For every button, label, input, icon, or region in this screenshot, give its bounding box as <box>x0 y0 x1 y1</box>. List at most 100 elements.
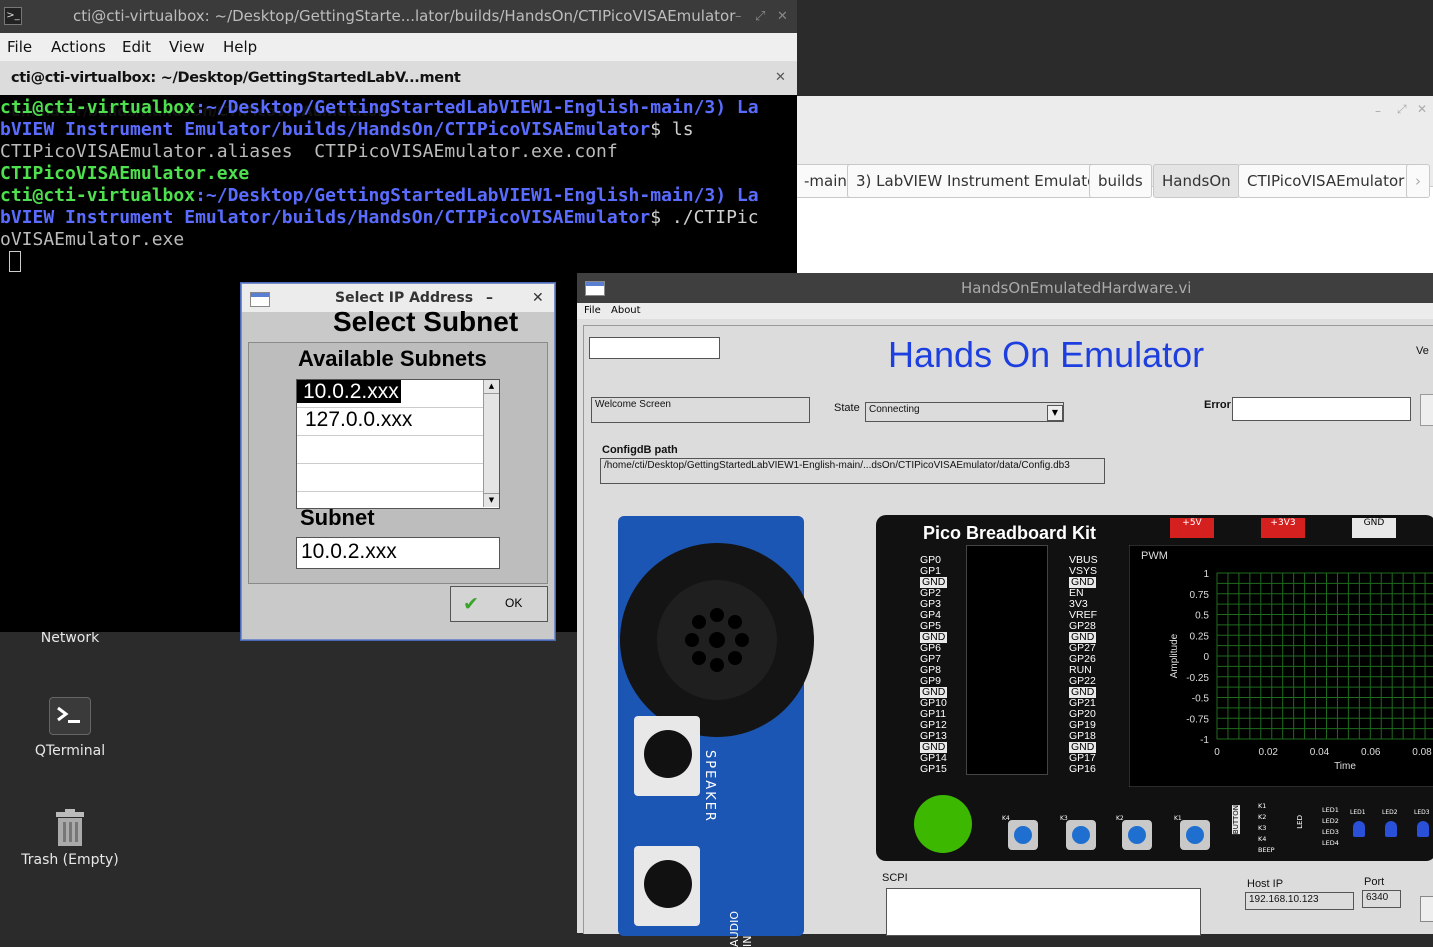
terminal-titlebar: >_ cti@cti-virtualbox: ~/Desktop/Getting… <box>0 0 797 33</box>
breadboard-kit: Pico Breadboard Kit +5V +3V3 GND GP0 GP1 G… <box>876 515 1433 861</box>
x-tick-label: 0.02 <box>1259 747 1279 758</box>
rail-label: GND <box>1363 518 1385 528</box>
check-icon: ✔ <box>463 593 479 615</box>
x-tick-label: 0 <box>1214 747 1220 758</box>
menu-help[interactable]: Help <box>223 33 257 61</box>
prompt-path: :~/Desktop/GettingStartedLabVIEW1-Englis… <box>195 97 759 118</box>
speaker-label: SPEAKER <box>702 750 717 823</box>
scpi-text-area[interactable] <box>886 888 1201 936</box>
rail-label: +5V <box>1182 518 1202 528</box>
chevron-down-icon[interactable]: ▼ <box>1047 405 1063 421</box>
minimize-icon[interactable]: – <box>735 0 742 33</box>
menu-view[interactable]: View <box>169 33 205 61</box>
state-label: State <box>834 402 860 414</box>
led-label: LED2 <box>1382 809 1398 816</box>
pin-label: GP15 <box>920 763 947 775</box>
list-item[interactable]: 127.0.0.xxx <box>297 408 483 436</box>
breadcrumb-forward-button[interactable]: › <box>1406 164 1430 198</box>
ok-label: OK <box>505 596 523 610</box>
button-label: K3 <box>1060 815 1068 822</box>
led-block-labels: LED1 LED2 LED3 LED4 <box>1322 805 1339 849</box>
menu-file[interactable]: File <box>7 33 32 61</box>
subnet-input[interactable]: 10.0.2.xxx <box>296 537 500 569</box>
close-icon[interactable]: ✕ <box>777 0 788 33</box>
file-manager-window: – ⤢ ✕ -main 3) LabVIEW Instrument Emulat… <box>795 96 1433 276</box>
status-toggle[interactable] <box>1420 896 1433 922</box>
listbox-scrollbar[interactable]: ▲ ▼ <box>483 380 499 507</box>
maximize-icon[interactable]: ⤢ <box>755 0 765 33</box>
prompt-user: cti@cti-virtualbox <box>0 97 196 118</box>
breadcrumb-item[interactable]: builds <box>1089 164 1152 198</box>
tab-close-icon[interactable]: ✕ <box>775 61 786 95</box>
chevron-down-icon[interactable]: ▼ <box>484 493 499 507</box>
menu-edit[interactable]: Edit <box>122 33 151 61</box>
x-tick-label: 0.04 <box>1310 747 1330 758</box>
terminal-tab[interactable]: cti@cti-virtualbox: ~/Desktop/GettingSta… <box>0 61 797 120</box>
rail-label: +3V3 <box>1270 518 1296 528</box>
maximize-icon[interactable]: ⤢ <box>1397 102 1407 117</box>
terminal-icon <box>49 697 91 735</box>
window-title: cti@cti-virtualbox: ~/Desktop/GettingSta… <box>73 7 736 25</box>
block-label: K4 <box>1258 835 1267 843</box>
subnet-label: Subnet <box>300 505 375 530</box>
list-item[interactable]: 10.0.2.xxx <box>297 380 483 408</box>
minimize-icon[interactable]: – <box>1375 104 1381 118</box>
host-ip-field[interactable]: 192.168.10.123 <box>1245 892 1354 910</box>
port-field[interactable]: 6340 <box>1362 890 1401 908</box>
breadcrumb-item[interactable]: 3) LabVIEW Instrument Emulator <box>847 164 1112 198</box>
page-title: Hands On Emulator <box>888 334 1205 375</box>
select-ip-dialog: Select IP Address – ✕ Select Subnet Avai… <box>241 283 555 640</box>
menu-about[interactable]: About <box>611 303 641 319</box>
desktop-icon-trash[interactable]: Trash (Empty) <box>10 808 130 868</box>
list-item[interactable] <box>297 464 483 492</box>
breadcrumb: -main 3) LabVIEW Instrument Emulator bui… <box>795 128 1433 238</box>
push-button-k2[interactable] <box>1122 820 1152 850</box>
close-icon[interactable]: ✕ <box>1417 102 1427 116</box>
potentiometer-knob[interactable] <box>634 846 700 926</box>
host-ip-label: Host IP <box>1247 878 1284 890</box>
potentiometer-knob[interactable] <box>634 716 700 796</box>
output-text: CTIPicoVISAEmulator.aliases CTIPicoVISAE… <box>0 141 618 162</box>
button-label: K1 <box>1174 815 1182 822</box>
state-dropdown[interactable]: Connecting <box>865 402 1064 422</box>
ok-button[interactable]: ✔ OK <box>450 586 548 622</box>
push-button-k3[interactable] <box>1066 820 1096 850</box>
configdb-label: ConfigdB path <box>602 444 678 456</box>
list-item-label: 10.0.2.xxx <box>297 380 401 403</box>
desktop-icon-label: Trash (Empty) <box>21 852 119 868</box>
y-tick-label: -0.25 <box>1186 673 1209 684</box>
close-icon[interactable]: ✕ <box>532 284 544 312</box>
list-item-label: 127.0.0.xxx <box>305 408 413 431</box>
desktop-icon-qterminal[interactable]: QTerminal <box>10 697 130 759</box>
output-executable: CTIPicoVISAEmulator.exe <box>0 163 250 184</box>
subnet-listbox[interactable]: 10.0.2.xxx 127.0.0.xxx ▲ ▼ <box>296 379 500 509</box>
chart-title: PWM <box>1141 550 1168 562</box>
push-button-k1[interactable] <box>1180 820 1210 850</box>
button-label: K4 <box>1002 815 1010 822</box>
prompt-user: cti@cti-virtualbox <box>0 185 196 206</box>
blue-led <box>1417 821 1429 837</box>
search-icon[interactable] <box>1420 394 1433 426</box>
y-axis-label: Amplitude <box>1169 633 1180 678</box>
configdb-path-field[interactable]: /home/cti/Desktop/GettingStartedLabVIEW1… <box>600 458 1105 484</box>
menu-actions[interactable]: Actions <box>51 33 106 61</box>
breadcrumb-item[interactable]: CTIPicoVISAEmulator <box>1238 164 1414 198</box>
chevron-up-icon[interactable]: ▲ <box>484 380 499 394</box>
block-label: LED1 <box>1322 806 1339 814</box>
x-tick-label: 0.08 <box>1412 747 1432 758</box>
list-item[interactable] <box>297 436 483 464</box>
block-label: K1 <box>1258 802 1267 810</box>
breadcrumb-item[interactable]: HandsOn <box>1153 164 1240 198</box>
text-cursor <box>9 251 21 272</box>
menu-file[interactable]: File <box>584 303 601 319</box>
port-label: Port <box>1364 876 1385 888</box>
block-label: K2 <box>1258 813 1267 821</box>
desktop-icon-network[interactable]: Network <box>10 630 130 646</box>
terminal-menubar: File Actions Edit View Help <box>0 33 797 61</box>
pico-board <box>966 545 1048 775</box>
labview-window: HandsOnEmulatedHardware.vi File About Ha… <box>577 273 1433 947</box>
y-tick-label: 0.5 <box>1195 611 1209 622</box>
push-button-k4[interactable] <box>1008 820 1038 850</box>
y-tick-label: 0.25 <box>1190 631 1210 642</box>
block-label: LED2 <box>1322 817 1339 825</box>
